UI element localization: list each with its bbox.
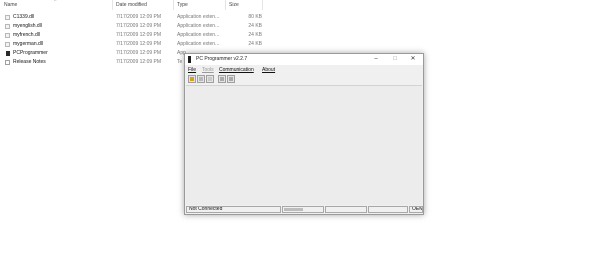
toolbar [185, 74, 423, 85]
file-date: 7/17/2009 12:09 PM [116, 59, 162, 65]
file-date: 7/17/2009 12:09 PM [116, 23, 162, 29]
file-date: 7/17/2009 12:09 PM [116, 14, 162, 20]
file-name: myfrench.dll [13, 32, 40, 38]
column-separator[interactable] [225, 0, 226, 10]
dll-file-icon [5, 33, 10, 38]
file-row[interactable]: myenglish.dll 7/17/2009 12:09 PM Applica… [0, 22, 270, 31]
menu-file[interactable]: File [188, 67, 196, 73]
close-button[interactable]: ✕ [404, 54, 422, 65]
file-name: myenglish.dll [13, 23, 42, 29]
file-name: C1339.dll [13, 14, 35, 20]
client-area [186, 85, 422, 206]
exe-file-icon [6, 51, 10, 56]
progress-bar [282, 206, 324, 213]
column-separator[interactable] [262, 0, 263, 10]
app-icon [188, 56, 191, 63]
file-row[interactable]: mygerman.dll 7/17/2009 12:09 PM Applicat… [0, 40, 270, 49]
column-header-date[interactable]: Date modified [116, 0, 147, 10]
column-separator[interactable] [112, 0, 113, 10]
window-title: PC Programmer v2.2.7 [196, 56, 248, 62]
menu-tools[interactable]: Tools [202, 67, 214, 73]
minimize-button[interactable]: – [367, 54, 385, 65]
save-button[interactable] [197, 75, 205, 83]
file-name: Release Notes [13, 59, 46, 65]
write-device-icon [229, 77, 233, 81]
file-size: 24 KB [248, 32, 262, 38]
sort-chevron-up-icon: ^ [54, 0, 57, 5]
write-device-button[interactable] [227, 75, 235, 83]
read-device-button[interactable] [218, 75, 226, 83]
connection-status: Not Connected [186, 206, 281, 213]
file-size: 24 KB [248, 41, 262, 47]
text-file-icon [5, 60, 10, 65]
file-size: 24 KB [248, 23, 262, 29]
status-cell-empty [325, 206, 367, 213]
read-device-icon [220, 77, 224, 81]
file-type: Application exten... [177, 32, 220, 38]
file-type: Application exten... [177, 23, 220, 29]
file-date: 7/17/2009 12:09 PM [116, 32, 162, 38]
column-header-name[interactable]: Name [4, 0, 17, 10]
file-type: Application exten... [177, 41, 220, 47]
menu-about[interactable]: About [262, 67, 275, 73]
dll-file-icon [5, 24, 10, 29]
column-header-size[interactable]: Size [229, 0, 239, 10]
file-name: mygerman.dll [13, 41, 44, 47]
menu-bar: File Tools Communication About [185, 65, 423, 74]
menu-communication[interactable]: Communication [219, 67, 254, 73]
progress-fill [284, 208, 303, 211]
file-type: Application exten... [177, 14, 220, 20]
file-date: 7/17/2009 12:09 PM [116, 41, 162, 47]
status-bar: Not Connected OEM [185, 205, 423, 214]
open-folder-icon [190, 77, 194, 81]
oem-status: OEM [409, 206, 423, 213]
dll-file-icon [5, 15, 10, 20]
upload-icon [208, 77, 212, 81]
pc-programmer-window: PC Programmer v2.2.7 – ☐ ✕ File Tools Co… [184, 53, 424, 215]
file-name: PCProgrammer [13, 50, 48, 56]
maximize-button[interactable]: ☐ [386, 54, 404, 65]
open-button[interactable] [188, 75, 196, 83]
column-header-type[interactable]: Type [177, 0, 188, 10]
status-cell-empty [368, 206, 408, 213]
dll-file-icon [5, 42, 10, 47]
file-size: 80 KB [248, 14, 262, 20]
save-icon [199, 77, 203, 81]
column-separator[interactable] [173, 0, 174, 10]
upload-button[interactable] [206, 75, 214, 83]
title-bar[interactable]: PC Programmer v2.2.7 – ☐ ✕ [185, 54, 423, 65]
file-row[interactable]: myfrench.dll 7/17/2009 12:09 PM Applicat… [0, 31, 270, 40]
file-date: 7/17/2009 12:09 PM [116, 50, 162, 56]
file-row[interactable]: C1339.dll 7/17/2009 12:09 PM Application… [0, 13, 270, 22]
